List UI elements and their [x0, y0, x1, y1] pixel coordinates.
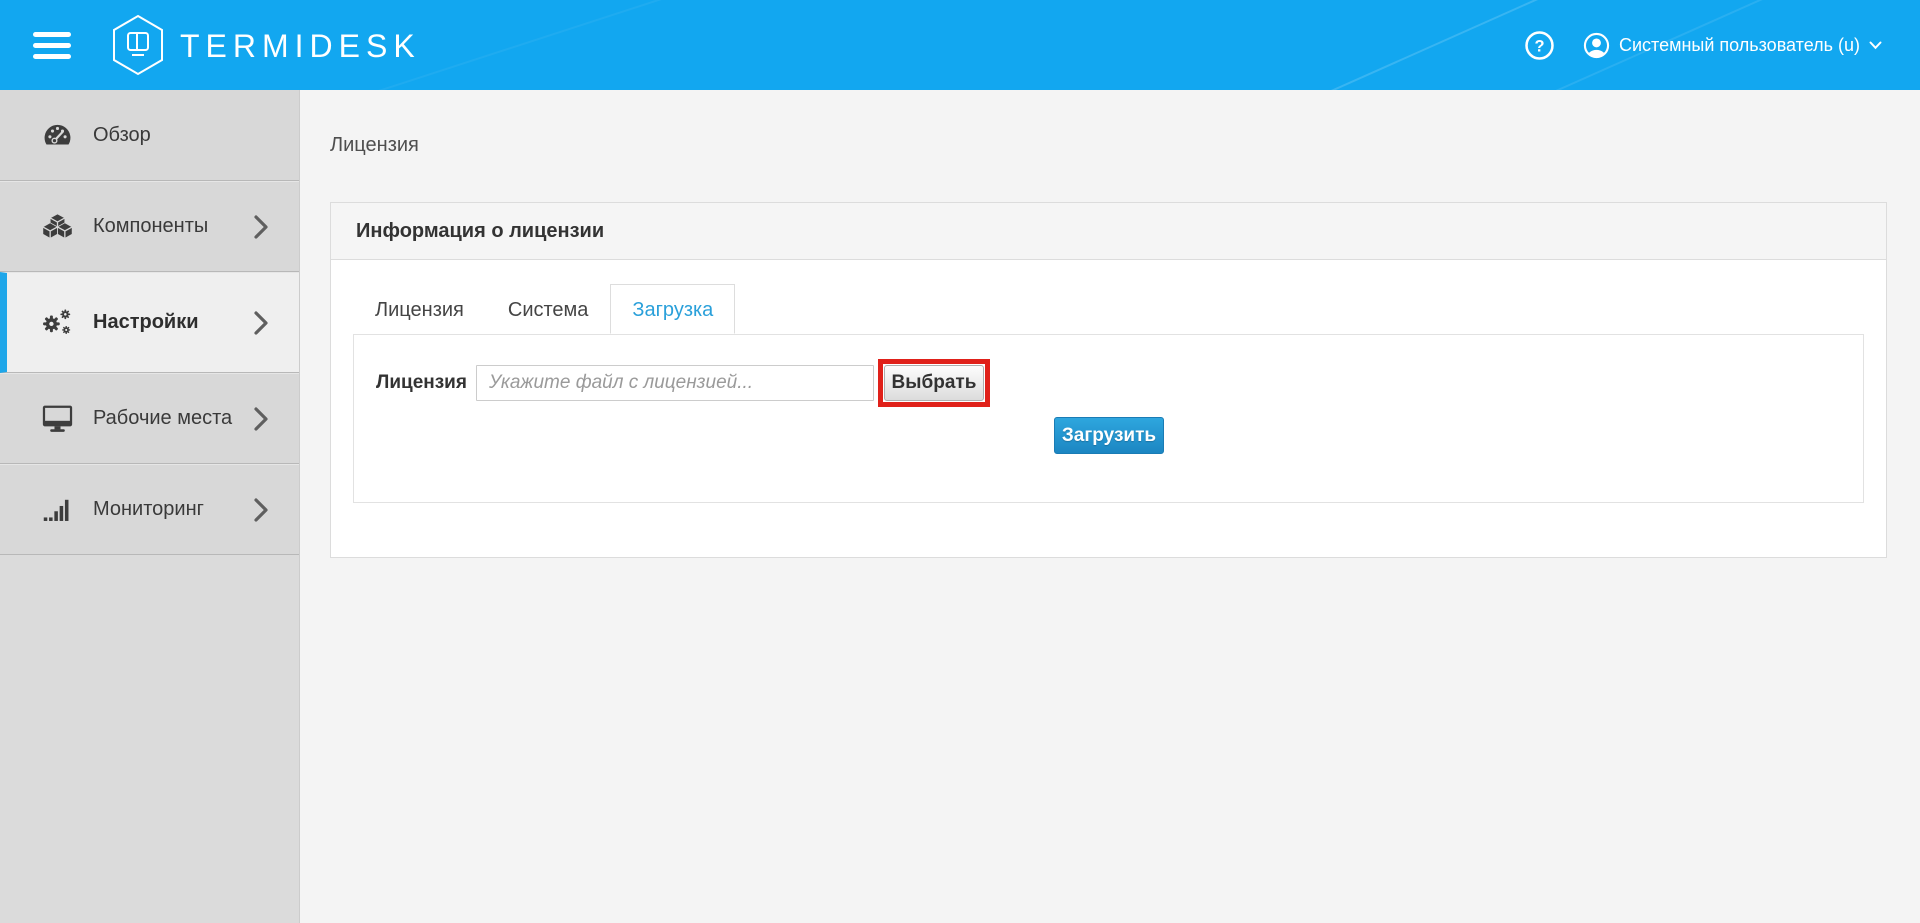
user-menu[interactable]: Системный пользователь (u)	[1583, 32, 1882, 59]
hamburger-menu-icon[interactable]	[33, 26, 71, 65]
sidebar-item-settings[interactable]: Настройки	[0, 272, 299, 373]
chevron-right-icon	[254, 215, 269, 239]
sidebar-item-overview[interactable]: Обзор	[0, 90, 299, 181]
card-body: Лицензия Система Загрузка Лицензия Выбра…	[331, 260, 1886, 558]
annotation-highlight-box: Выбрать	[878, 359, 990, 407]
chevron-right-icon	[254, 311, 269, 335]
tab-upload[interactable]: Загрузка	[610, 284, 735, 334]
user-icon	[1583, 32, 1610, 59]
card-title: Информация о лицензии	[331, 203, 1886, 260]
help-button[interactable]: ?	[1524, 30, 1555, 61]
license-file-row: Лицензия Выбрать	[376, 359, 990, 407]
settings-gears-icon	[40, 307, 74, 339]
workplaces-monitor-icon	[40, 405, 74, 433]
dashboard-icon	[40, 121, 74, 150]
sidebar-item-components[interactable]: Компоненты	[0, 181, 299, 272]
sidebar-item-label: Настройки	[93, 311, 199, 334]
components-cubes-icon	[40, 213, 74, 240]
tab-system[interactable]: Система	[486, 284, 611, 334]
license-field-label: Лицензия	[376, 372, 467, 394]
chevron-down-icon	[1869, 41, 1882, 50]
upload-tab-panel: Лицензия Выбрать Загрузить	[353, 334, 1864, 503]
tab-license[interactable]: Лицензия	[353, 284, 486, 334]
chevron-right-icon	[254, 498, 269, 522]
choose-file-button[interactable]: Выбрать	[884, 365, 984, 401]
license-tabs: Лицензия Система Загрузка	[353, 284, 1864, 334]
sidebar-item-monitoring[interactable]: Мониторинг	[0, 464, 299, 555]
sidebar-item-label: Компоненты	[93, 215, 208, 238]
help-icon: ?	[1524, 30, 1555, 61]
termidesk-logo: TERMIDESK	[111, 14, 421, 76]
sidebar-item-label: Рабочие места	[93, 407, 232, 430]
sidebar-item-label: Обзор	[93, 124, 151, 147]
sidebar-item-label: Мониторинг	[93, 498, 204, 521]
license-info-card: Информация о лицензии Лицензия Система З…	[330, 202, 1887, 558]
monitoring-bars-icon	[40, 496, 74, 523]
svg-text:?: ?	[1534, 37, 1544, 55]
license-file-input[interactable]	[476, 365, 874, 401]
sidebar-item-workplaces[interactable]: Рабочие места	[0, 373, 299, 464]
breadcrumb: Лицензия	[330, 134, 419, 157]
user-name-label: Системный пользователь (u)	[1619, 35, 1860, 56]
chevron-right-icon	[254, 407, 269, 431]
sidebar-nav: Обзор Компоненты	[0, 90, 300, 923]
main-content: Лицензия Информация о лицензии Лицензия …	[300, 90, 1920, 923]
brand-name: TERMIDESK	[180, 28, 421, 65]
upload-button[interactable]: Загрузить	[1054, 417, 1164, 454]
logo-hexagon-icon	[111, 14, 165, 76]
top-bar: TERMIDESK ? Системный пользователь (u)	[0, 0, 1920, 90]
